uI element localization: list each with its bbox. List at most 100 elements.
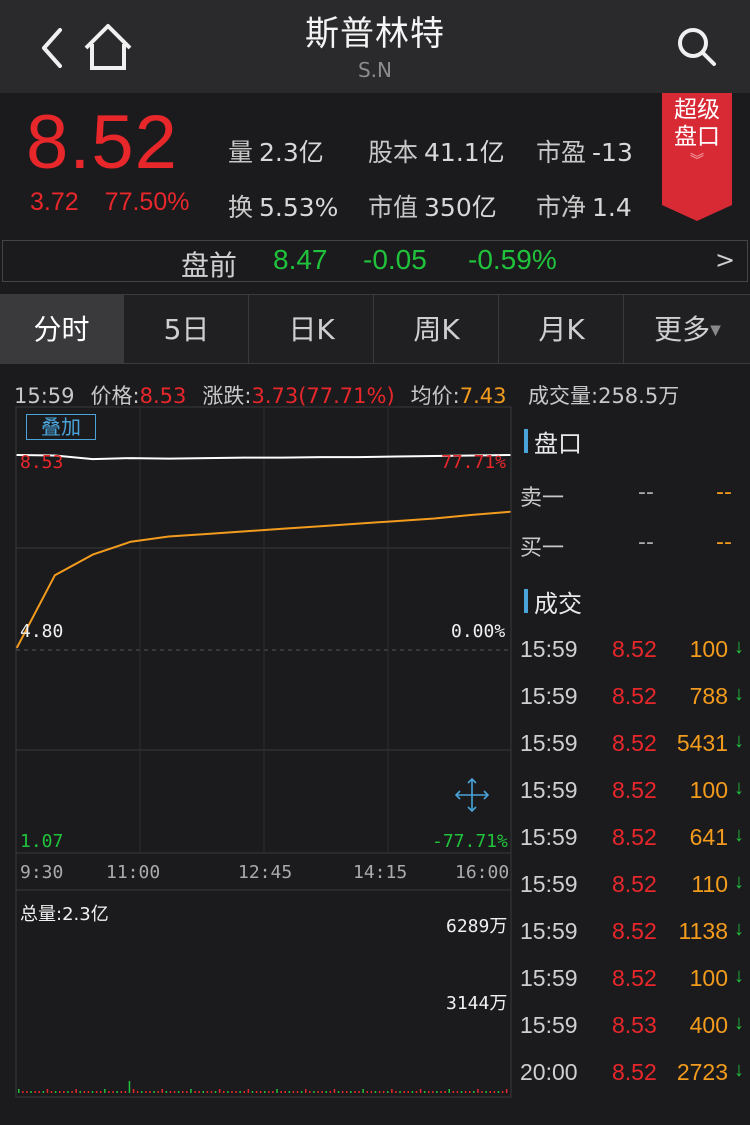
trade-volume: 1138 xyxy=(678,918,728,944)
volume-bar xyxy=(362,1089,364,1093)
volume-bar xyxy=(153,1091,155,1093)
arrow-down-icon: ↓ xyxy=(734,871,744,893)
trades-heading: 成交 xyxy=(520,584,582,619)
tab-monthly-k[interactable]: 月K xyxy=(500,295,624,364)
stat-volume: 量 2.3亿 xyxy=(228,138,324,167)
series-point xyxy=(395,455,398,458)
badge-tail xyxy=(662,205,732,221)
volume-bar xyxy=(177,1091,180,1093)
volume-bar xyxy=(341,1091,344,1093)
stock-name: 斯普林特 xyxy=(305,14,445,54)
volume-bar xyxy=(251,1091,254,1093)
trade-row: 15:59 8.53 400 ↓ xyxy=(518,1012,746,1052)
volume-bar xyxy=(214,1091,217,1093)
volume-bar xyxy=(469,1091,471,1093)
trade-volume: 100 xyxy=(689,777,728,803)
series-point xyxy=(16,454,18,456)
volume-bar xyxy=(292,1091,295,1093)
volume-bar xyxy=(317,1091,319,1093)
volume-bar xyxy=(395,1091,397,1093)
volume-bar xyxy=(255,1091,258,1093)
arrow-down-icon: ↓ xyxy=(734,683,744,705)
price-change-pct: 77.50% xyxy=(104,188,190,216)
tab-more[interactable]: 更多▼ xyxy=(625,295,750,364)
series-point xyxy=(16,646,18,649)
volume-bar xyxy=(87,1091,90,1093)
volume-bar xyxy=(112,1091,114,1093)
trade-time: 15:59 xyxy=(520,824,578,850)
volume-bar xyxy=(63,1091,65,1093)
volume-bar xyxy=(149,1091,151,1093)
axis-bottom-right: -77.71% xyxy=(432,831,508,852)
trade-price: 8.52 xyxy=(612,918,657,944)
volume-bar xyxy=(272,1091,274,1093)
volume-bar xyxy=(268,1091,270,1093)
quote-panel: 8.52 3.72 77.50% 量 2.3亿 股本 41.1亿 市盈 -13 换 5.5… xyxy=(0,93,750,238)
tab-5day[interactable]: 5日 xyxy=(125,295,249,364)
trade-price: 8.52 xyxy=(612,871,657,897)
series-point xyxy=(243,456,246,459)
volume-bar xyxy=(321,1091,323,1093)
time-tick: 12:45 xyxy=(238,862,293,883)
fullscreen-arrows-icon[interactable] xyxy=(454,777,490,813)
volume-bar xyxy=(337,1091,340,1093)
series-point xyxy=(167,457,170,460)
volume-bar xyxy=(79,1091,81,1093)
trade-price: 8.52 xyxy=(612,730,657,756)
volume-bar xyxy=(218,1089,221,1093)
volume-bar xyxy=(169,1091,172,1093)
trade-price: 8.53 xyxy=(612,1012,657,1038)
trade-row: 15:59 8.52 788 ↓ xyxy=(518,683,746,723)
series-point xyxy=(205,533,208,535)
volume-bar xyxy=(399,1091,401,1093)
series-point xyxy=(167,535,170,538)
time-tick: 16:00 xyxy=(455,862,510,883)
volume-bar xyxy=(18,1089,20,1093)
series-point xyxy=(395,520,398,522)
arrow-down-icon: ↓ xyxy=(734,965,744,987)
volume-bar xyxy=(239,1091,241,1093)
intraday-chart[interactable] xyxy=(0,405,515,1100)
volume-bar xyxy=(173,1091,176,1093)
volume-bar xyxy=(161,1089,163,1093)
super-orderbook-button[interactable]: 超级 盘口 ︾ xyxy=(662,93,732,205)
volume-bar xyxy=(403,1091,405,1093)
volume-bar xyxy=(288,1091,291,1093)
series-point xyxy=(433,517,436,520)
volume-bar xyxy=(186,1091,188,1093)
volume-bar xyxy=(165,1091,168,1093)
volume-bar xyxy=(300,1091,303,1093)
trade-row: 15:59 8.52 1138 ↓ xyxy=(518,918,746,958)
trade-volume: 110 xyxy=(691,871,728,897)
volume-bar xyxy=(75,1089,77,1093)
trade-volume: 2723 xyxy=(676,1059,728,1085)
premarket-bar[interactable]: 盘前 8.47 -0.05 -0.59% > xyxy=(2,240,748,282)
volume-bar xyxy=(452,1091,455,1093)
volume-bar xyxy=(30,1091,32,1093)
volume-bar xyxy=(95,1091,98,1093)
volume-bar xyxy=(333,1089,336,1093)
volume-bar xyxy=(481,1091,483,1093)
overlay-button[interactable]: 叠加 xyxy=(26,414,96,440)
arrow-down-icon: ↓ xyxy=(734,636,744,658)
tab-intraday[interactable]: 分时 xyxy=(0,295,124,364)
trade-row: 15:59 8.52 100 ↓ xyxy=(518,636,746,676)
volume-bar xyxy=(223,1091,225,1093)
series-point xyxy=(54,574,56,576)
search-button[interactable] xyxy=(672,22,722,72)
chevron-right-icon: > xyxy=(715,246,736,274)
volume-bar xyxy=(145,1091,147,1093)
volume-bar xyxy=(202,1091,204,1093)
tab-weekly-k[interactable]: 周K xyxy=(375,295,499,364)
axis-bottom-left: 1.07 xyxy=(20,831,64,852)
volume-bar xyxy=(100,1091,102,1093)
search-icon xyxy=(678,28,716,66)
volume-bar xyxy=(91,1091,94,1093)
volume-bar xyxy=(346,1091,348,1093)
tab-daily-k[interactable]: 日K xyxy=(250,295,374,364)
volume-bar xyxy=(157,1091,159,1093)
trade-time: 15:59 xyxy=(520,730,578,756)
price-change-row: 3.72 77.50% xyxy=(30,188,215,217)
stat-shares: 股本 41.1亿 xyxy=(368,138,505,167)
trade-time: 15:59 xyxy=(520,1012,578,1038)
